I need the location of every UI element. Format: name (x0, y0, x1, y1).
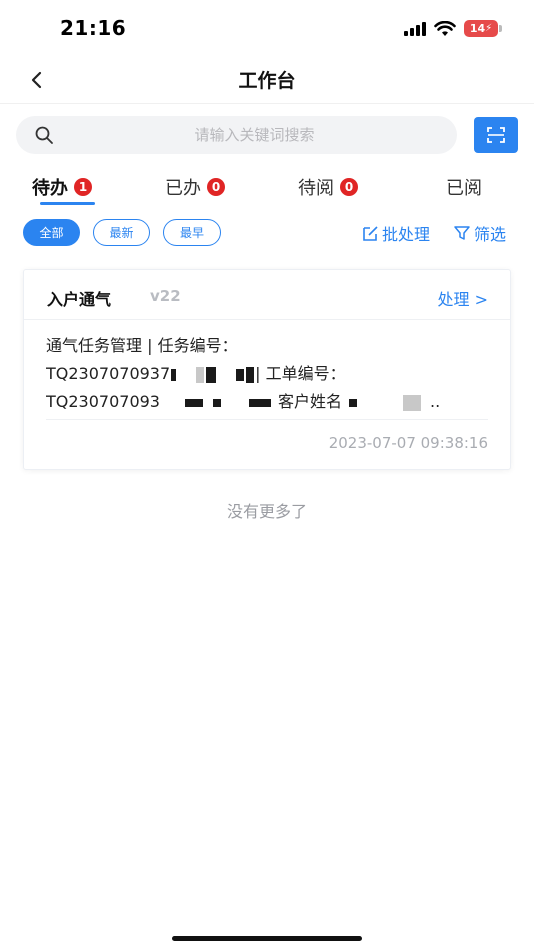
card-version: v22 (150, 287, 181, 305)
tab-done[interactable]: 已办 0 (165, 174, 225, 200)
tab-label: 已办 (165, 178, 201, 199)
filter-icon (454, 226, 470, 240)
redaction (184, 398, 203, 407)
status-bar: 21:16 14 ⚡ (0, 0, 534, 56)
redaction (171, 368, 177, 381)
filter-button[interactable]: 筛选 (453, 221, 506, 245)
card-timestamp: 2023-07-07 09:38:16 (328, 434, 488, 452)
work-order-number: TQ230707093 (46, 392, 160, 411)
tab-active-indicator (40, 202, 95, 205)
tab-read[interactable]: 已阅 (446, 174, 482, 200)
battery-level: 14 (469, 22, 486, 35)
tab-pending[interactable]: 待办 1 (32, 174, 92, 200)
redaction (212, 398, 221, 407)
signal-icon (404, 21, 426, 36)
card-body: 通气任务管理 | 任务编号： TQ2307070937 | 工单编号： TQ230… (46, 332, 490, 416)
tab-badge: 0 (207, 178, 225, 196)
tab-badge: 0 (340, 178, 358, 196)
redaction (236, 368, 245, 381)
process-link[interactable]: 处理 > (438, 286, 489, 310)
customer-name-label: 客户姓名 (277, 392, 342, 411)
filter-row: 全部 最新 最早 批处理 筛选 (0, 219, 534, 249)
wifi-icon (434, 20, 456, 36)
search-box (16, 116, 457, 154)
card-line: TQ230707093 客户姓名.. (46, 388, 490, 416)
redaction (246, 366, 255, 383)
redaction (196, 366, 205, 383)
tab-label: 已阅 (446, 178, 482, 199)
page-title: 工作台 (238, 70, 296, 92)
status-time: 21:16 (60, 16, 127, 40)
battery-charging-icon: 14 ⚡ (464, 20, 502, 37)
edit-icon (363, 226, 378, 241)
task-category: 通气任务管理 | 任务编号： (46, 336, 238, 355)
batch-process-button[interactable]: 批处理 (361, 221, 430, 245)
home-indicator[interactable] (172, 936, 362, 941)
ellipsis: .. (430, 392, 441, 411)
card-line: TQ2307070937 | 工单编号： (46, 360, 490, 388)
tab-label: 待办 (32, 178, 68, 199)
task-number: TQ2307070937 (46, 364, 171, 383)
filter-chip-all[interactable]: 全部 (23, 219, 80, 246)
task-card[interactable]: 入户通气 v22 处理 > 通气任务管理 | 任务编号： TQ230707093… (23, 269, 511, 470)
redaction (349, 398, 357, 407)
work-order-label: | 工单编号： (255, 364, 346, 383)
filter-chip-earliest[interactable]: 最早 (163, 219, 221, 246)
tab-badge: 1 (74, 178, 92, 196)
card-divider (46, 419, 488, 420)
tab-bar: 待办 1 已办 0 待阅 0 已阅 (0, 170, 534, 212)
card-title: 入户通气 (47, 290, 112, 309)
status-icons: 14 ⚡ (404, 20, 502, 37)
tab-to-read[interactable]: 待阅 0 (298, 174, 358, 200)
nav-bar: 工作台 (0, 56, 534, 104)
card-line: 通气任务管理 | 任务编号： (46, 332, 490, 360)
no-more-text: 没有更多了 (226, 502, 307, 521)
card-header: 入户通气 v22 处理 > (24, 270, 510, 320)
redaction (403, 394, 421, 411)
search-input[interactable] (66, 116, 443, 154)
filter-label: 筛选 (474, 225, 507, 244)
scan-button[interactable] (474, 117, 518, 153)
batch-process-label: 批处理 (382, 225, 431, 244)
search-row (16, 116, 518, 154)
search-icon (35, 126, 53, 144)
redaction (248, 398, 271, 407)
scan-icon (487, 127, 505, 143)
redaction (206, 366, 217, 383)
tab-label: 待阅 (298, 178, 334, 199)
filter-chip-latest[interactable]: 最新 (93, 219, 150, 246)
